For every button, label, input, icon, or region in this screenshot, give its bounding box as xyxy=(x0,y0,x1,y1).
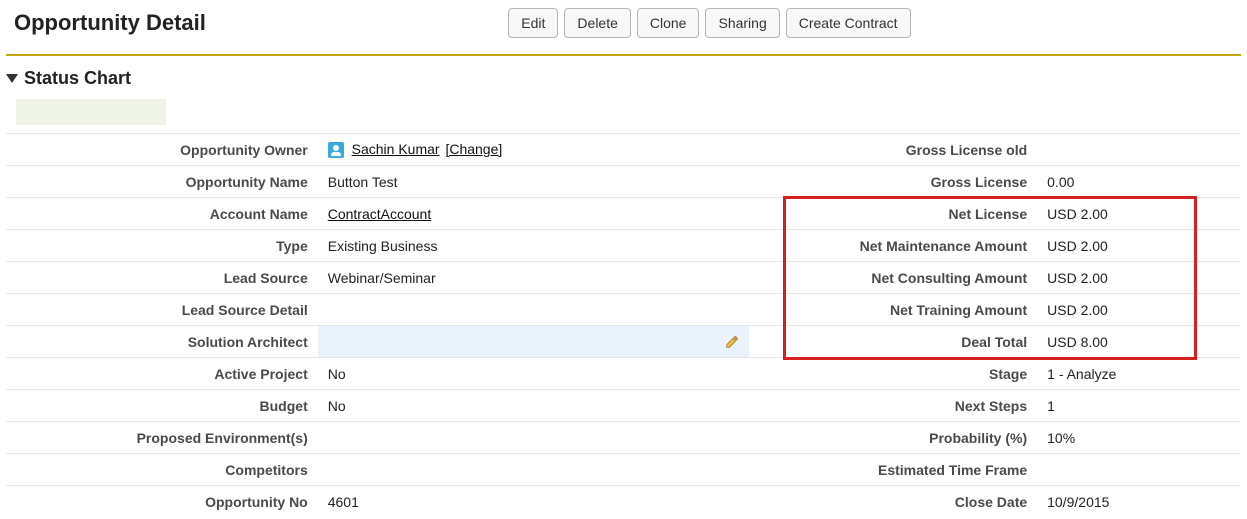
net-maintenance-label: Net Maintenance Amount xyxy=(749,230,1037,262)
table-row: Budget No Next Steps 1 xyxy=(6,390,1241,422)
lead-source-detail-label: Lead Source Detail xyxy=(6,294,318,326)
type-label: Type xyxy=(6,230,318,262)
stage-value: 1 - Analyze xyxy=(1037,358,1241,390)
close-date-label: Close Date xyxy=(749,486,1037,518)
table-row: Opportunity Name Button Test Gross Licen… xyxy=(6,166,1241,198)
change-owner-link[interactable]: [Change] xyxy=(445,141,502,157)
deal-total-label: Deal Total xyxy=(749,326,1037,358)
account-link[interactable]: ContractAccount xyxy=(328,206,432,222)
type-value: Existing Business xyxy=(318,230,750,262)
opportunity-owner-label: Opportunity Owner xyxy=(6,134,318,166)
table-row: Type Existing Business Net Maintenance A… xyxy=(6,230,1241,262)
solution-architect-value[interactable] xyxy=(318,326,750,358)
opportunity-no-value: 4601 xyxy=(318,486,750,518)
probability-label: Probability (%) xyxy=(749,422,1037,454)
opportunity-name-value: Button Test xyxy=(318,166,750,198)
net-training-value: USD 2.00 xyxy=(1037,294,1241,326)
proposed-env-value xyxy=(318,422,750,454)
est-time-frame-label: Estimated Time Frame xyxy=(749,454,1037,486)
detail-header: Opportunity Detail Edit Delete Clone Sha… xyxy=(0,0,1247,54)
probability-value: 10% xyxy=(1037,422,1241,454)
net-license-value: USD 2.00 xyxy=(1037,198,1241,230)
net-maintenance-value: USD 2.00 xyxy=(1037,230,1241,262)
table-row: Competitors Estimated Time Frame xyxy=(6,454,1241,486)
budget-label: Budget xyxy=(6,390,318,422)
opportunity-no-label: Opportunity No xyxy=(6,486,318,518)
net-training-label: Net Training Amount xyxy=(749,294,1037,326)
active-project-label: Active Project xyxy=(6,358,318,390)
status-chart-section: Status Chart Opportunity Owner Sachin Ku… xyxy=(0,62,1247,518)
opportunity-name-label: Opportunity Name xyxy=(6,166,318,198)
table-row: Solution Architect Deal Total USD 8.00 xyxy=(6,326,1241,358)
close-date-value: 10/9/2015 xyxy=(1037,486,1241,518)
detail-table: Opportunity Owner Sachin Kumar [Change] … xyxy=(6,133,1241,518)
status-chart-placeholder xyxy=(16,99,166,125)
net-consulting-label: Net Consulting Amount xyxy=(749,262,1037,294)
stage-label: Stage xyxy=(749,358,1037,390)
user-icon xyxy=(328,142,344,158)
budget-value: No xyxy=(318,390,750,422)
pencil-icon[interactable] xyxy=(725,335,739,349)
next-steps-label: Next Steps xyxy=(749,390,1037,422)
table-row: Active Project No Stage 1 - Analyze xyxy=(6,358,1241,390)
table-row: Proposed Environment(s) Probability (%) … xyxy=(6,422,1241,454)
account-name-label: Account Name xyxy=(6,198,318,230)
table-row: Lead Source Detail Net Training Amount U… xyxy=(6,294,1241,326)
section-header[interactable]: Status Chart xyxy=(6,66,1241,99)
table-row: Lead Source Webinar/Seminar Net Consulti… xyxy=(6,262,1241,294)
deal-total-value: USD 8.00 xyxy=(1037,326,1241,358)
lead-source-value: Webinar/Seminar xyxy=(318,262,750,294)
detail-body-wrap: Opportunity Owner Sachin Kumar [Change] … xyxy=(6,133,1241,518)
competitors-label: Competitors xyxy=(6,454,318,486)
gross-license-label: Gross License xyxy=(749,166,1037,198)
gross-license-value: 0.00 xyxy=(1037,166,1241,198)
page-title: Opportunity Detail xyxy=(14,10,206,36)
net-consulting-value: USD 2.00 xyxy=(1037,262,1241,294)
sharing-button[interactable]: Sharing xyxy=(705,8,779,38)
table-row: Opportunity Owner Sachin Kumar [Change] … xyxy=(6,134,1241,166)
table-row: Account Name ContractAccount Net License… xyxy=(6,198,1241,230)
lead-source-detail-value xyxy=(318,294,750,326)
divider xyxy=(6,54,1241,56)
account-name-value: ContractAccount xyxy=(318,198,750,230)
proposed-env-label: Proposed Environment(s) xyxy=(6,422,318,454)
active-project-value: No xyxy=(318,358,750,390)
solution-architect-label: Solution Architect xyxy=(6,326,318,358)
table-row: Opportunity No 4601 Close Date 10/9/2015 xyxy=(6,486,1241,518)
est-time-frame-value xyxy=(1037,454,1241,486)
delete-button[interactable]: Delete xyxy=(564,8,630,38)
edit-button[interactable]: Edit xyxy=(508,8,558,38)
owner-link[interactable]: Sachin Kumar xyxy=(352,141,440,157)
section-title: Status Chart xyxy=(24,68,131,89)
chevron-down-icon xyxy=(6,74,18,83)
action-button-group: Edit Delete Clone Sharing Create Contrac… xyxy=(508,8,910,38)
opportunity-owner-value: Sachin Kumar [Change] xyxy=(318,134,750,166)
net-license-label: Net License xyxy=(749,198,1037,230)
gross-license-old-value xyxy=(1037,134,1241,166)
clone-button[interactable]: Clone xyxy=(637,8,700,38)
gross-license-old-label: Gross License old xyxy=(749,134,1037,166)
lead-source-label: Lead Source xyxy=(6,262,318,294)
next-steps-value: 1 xyxy=(1037,390,1241,422)
competitors-value xyxy=(318,454,750,486)
create-contract-button[interactable]: Create Contract xyxy=(786,8,911,38)
